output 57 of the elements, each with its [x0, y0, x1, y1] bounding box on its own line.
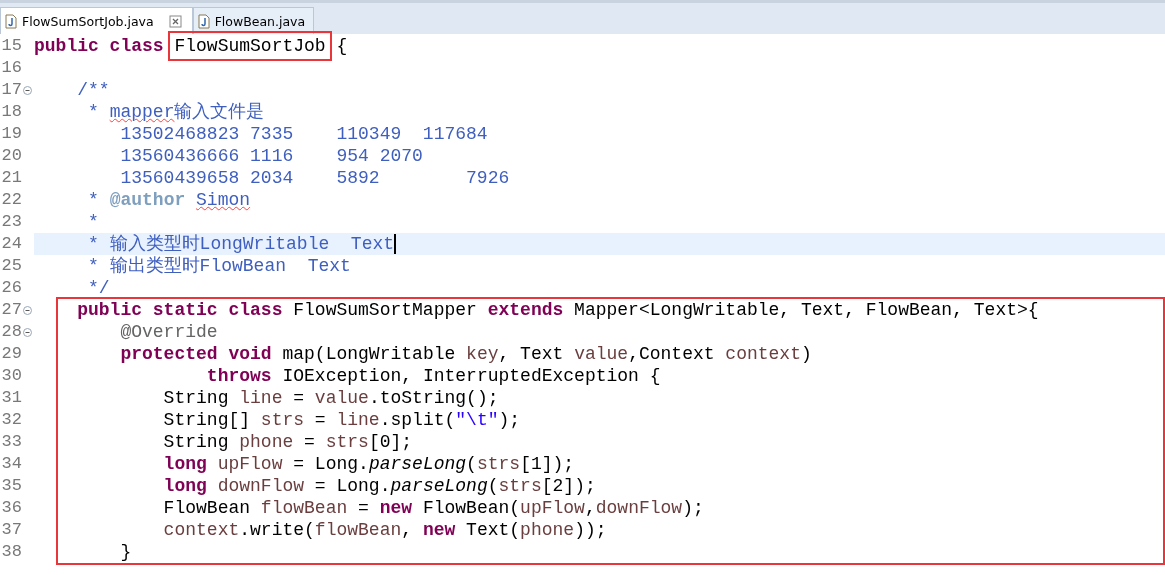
collapse-icon[interactable]: [23, 327, 32, 337]
code-line: */: [87, 277, 110, 299]
line-number: 27: [0, 299, 22, 321]
code-line: String[] strs = line.split("\t");: [162, 409, 521, 431]
code-line: String phone = strs[0];: [162, 431, 413, 453]
code-line: }: [119, 541, 132, 563]
code-line: @Override: [119, 321, 218, 343]
line-number: 28: [0, 321, 22, 343]
java-file-icon: [5, 13, 17, 29]
line-number: 37: [0, 519, 22, 541]
editor-tab[interactable]: FlowSumSortJob.java: [0, 7, 193, 34]
code-line: protected void map(LongWritable key, Text value,Context context): [119, 343, 812, 365]
line-number: 15: [0, 35, 22, 57]
code-line: FlowBean flowBean = new FlowBean(upFlow,downFlow);: [162, 497, 704, 519]
code-line: * @author Simon: [87, 189, 251, 211]
code-editor[interactable]: [0, 34, 1165, 565]
code-line: 13502468823 7335 110349 117684: [119, 123, 488, 145]
text-cursor: [394, 234, 397, 254]
line-number: 26: [0, 277, 22, 299]
highlight-box: FlowSumSortJob: [168, 31, 332, 61]
line-number: 32: [0, 409, 22, 431]
line-number: 19: [0, 123, 22, 145]
code-line: String line = value.toString();: [162, 387, 499, 409]
line-number: 36: [0, 497, 22, 519]
line-number: 18: [0, 101, 22, 123]
line-number: 16: [0, 57, 22, 79]
code-line: public static class FlowSumSortMapper extends Mapper<LongWritable, Text, FlowBean, Text>{: [76, 299, 1039, 321]
line-number: 30: [0, 365, 22, 387]
collapse-icon[interactable]: [23, 85, 32, 95]
code-line: 13560439658 2034 5892 7926: [119, 167, 510, 189]
code-line: * 输入类型时LongWritable Text: [87, 233, 395, 255]
line-number: 31: [0, 387, 22, 409]
code-line: long upFlow = Long.parseLong(strs[1]);: [162, 453, 575, 475]
line-number: 23: [0, 211, 22, 233]
line-number: 35: [0, 475, 22, 497]
line-number: 34: [0, 453, 22, 475]
line-number: 20: [0, 145, 22, 167]
code-line: throws IOException, InterruptedException {: [205, 365, 661, 387]
code-line: long downFlow = Long.parseLong(strs[2]);: [162, 475, 596, 497]
code-line: * mapper输入文件是: [87, 101, 265, 123]
code-line: /**: [76, 79, 110, 101]
line-number: 38: [0, 541, 22, 563]
line-number: 25: [0, 255, 22, 277]
collapse-icon[interactable]: [23, 305, 32, 315]
line-number: 21: [0, 167, 22, 189]
java-file-icon: [197, 13, 210, 29]
code-line: 13560436666 1116 954 2070: [119, 145, 423, 167]
line-number: 33: [0, 431, 22, 453]
code-line: * 输出类型时FlowBean Text: [87, 255, 351, 277]
close-icon[interactable]: [168, 14, 182, 28]
line-number: 22: [0, 189, 22, 211]
line-number: 17: [0, 79, 22, 101]
code-line: context.write(flowBean, new Text(phone));: [162, 519, 607, 541]
code-line: *: [87, 211, 99, 233]
line-number: 24: [0, 233, 22, 255]
line-number: 29: [0, 343, 22, 365]
editor-tab[interactable]: FlowBean.java: [192, 7, 315, 34]
